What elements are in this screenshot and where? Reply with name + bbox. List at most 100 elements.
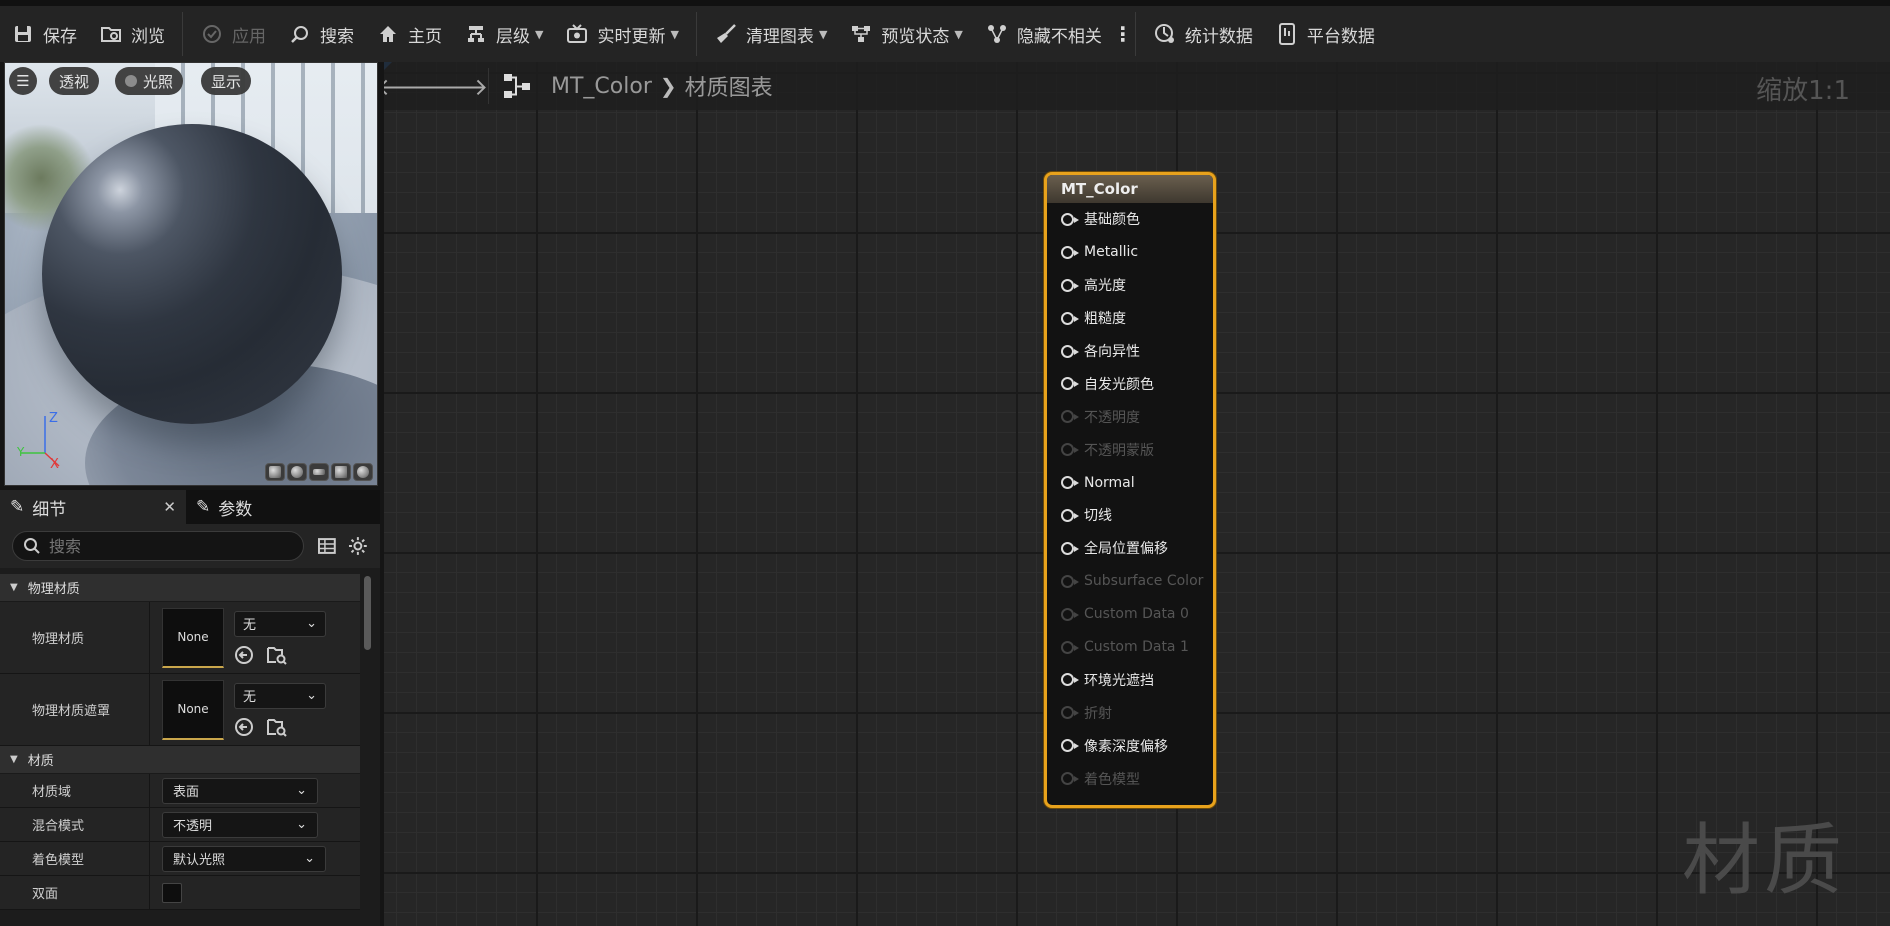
category-physical-material[interactable]: ▼ 物理材质 [0, 574, 360, 602]
breadcrumb-asset[interactable]: MT_Color [551, 74, 652, 99]
search-button[interactable]: 搜索 [277, 12, 365, 56]
table-view-icon[interactable] [318, 537, 337, 555]
preview-state-button[interactable]: 预览状态 ▼ [838, 12, 973, 56]
perspective-button[interactable]: 透视 [49, 67, 100, 95]
property-value: 表面 ⌄ [150, 774, 360, 807]
node-pin[interactable]: Metallic [1047, 236, 1213, 269]
close-icon[interactable]: ✕ [163, 498, 176, 516]
material-graph-canvas[interactable]: 🡐 🡒 MT_Color ❯ 材质图表 缩放1:1 MT_Color 基础颜色 … [384, 62, 1890, 926]
graph-breadcrumb-bar: 🡐 🡒 MT_Color ❯ 材质图表 缩放1:1 [384, 62, 1890, 110]
node-pin[interactable]: 各向异性 [1047, 335, 1213, 368]
material-output-node[interactable]: MT_Color 基础颜色 Metallic 高光度 粗糙度 各向异性 自发光颜… [1044, 172, 1216, 808]
node-pin[interactable]: 高光度 [1047, 269, 1213, 302]
apply-button[interactable]: 应用 [189, 12, 277, 56]
collapse-triangle-icon: ▼ [10, 582, 18, 593]
details-search-input[interactable] [49, 536, 279, 556]
node-pin[interactable]: Custom Data 1 [1047, 631, 1213, 664]
lighting-button[interactable]: 光照 [115, 67, 184, 95]
live-update-button[interactable]: 实时更新 ▼ [554, 12, 689, 56]
node-pin[interactable]: 着色模型 [1047, 762, 1213, 795]
forward-button[interactable]: 🡒 [424, 62, 488, 110]
asset-value: None [177, 702, 209, 716]
blend-mode-dropdown[interactable]: 不透明 ⌄ [162, 811, 318, 838]
pin-label: 环境光遮挡 [1084, 672, 1154, 689]
asset-thumbnail[interactable]: None [162, 607, 224, 668]
stats-icon [1153, 22, 1177, 46]
tab-details-label: 细节 [32, 499, 67, 520]
nodes-icon [849, 22, 873, 46]
cylinder-preview-button[interactable] [265, 463, 285, 481]
property-row-blend: 混合模式 不透明 ⌄ [0, 808, 360, 842]
property-value [150, 876, 360, 909]
show-button[interactable]: 显示 [201, 67, 252, 95]
node-pin-list: 基础颜色 Metallic 高光度 粗糙度 各向异性 自发光颜色 不透明度 不透… [1047, 203, 1213, 795]
viewport-menu-button[interactable]: ☰ [9, 67, 37, 95]
save-button[interactable]: 保存 [0, 12, 88, 56]
gear-icon[interactable] [348, 536, 368, 556]
hide-unrelated-button[interactable]: 隐藏不相关 [974, 12, 1113, 56]
asset-picker-dropdown[interactable]: 无 ⌄ [234, 682, 326, 709]
node-pin[interactable]: 自发光颜色 [1047, 367, 1213, 400]
breadcrumb-graph[interactable]: 材质图表 [685, 70, 773, 102]
two-sided-checkbox[interactable] [162, 882, 182, 903]
clean-graph-button[interactable]: 清理图表 ▼ [703, 12, 838, 56]
browse-button[interactable]: 浏览 [88, 12, 176, 56]
stats-button[interactable]: 统计数据 [1142, 12, 1264, 56]
cylinder-icon [269, 466, 281, 478]
details-property-list[interactable]: ▼ 物理材质 物理材质 None 无 ⌄ 物理材质遮罩 None 无 ⌄ ▼ 材… [0, 574, 360, 926]
material-domain-dropdown[interactable]: 表面 ⌄ [162, 777, 318, 804]
teapot-preview-button[interactable] [353, 463, 373, 481]
browse-label: 浏览 [131, 26, 165, 47]
pin-connector-icon [1061, 311, 1079, 325]
shading-model-dropdown[interactable]: 默认光照 ⌄ [162, 845, 326, 872]
node-pin[interactable]: Subsurface Color [1047, 565, 1213, 598]
platform-stats-button[interactable]: 平台数据 [1264, 12, 1386, 56]
pin-label: 各向异性 [1084, 344, 1140, 360]
cube-preview-button[interactable] [331, 463, 351, 481]
asset-thumbnail[interactable]: None [162, 679, 224, 740]
preview-viewport[interactable]: ☰ 透视 光照 显示 Z X Y [4, 62, 378, 486]
chevron-down-icon: ⌄ [306, 688, 317, 703]
more-options-icon[interactable]: ⋮ [1113, 22, 1133, 46]
property-row-twosided: 双面 [0, 876, 360, 910]
use-selected-icon[interactable] [234, 645, 254, 665]
node-pin[interactable]: 不透明度 [1047, 400, 1213, 433]
node-pin[interactable]: 全局位置偏移 [1047, 532, 1213, 565]
node-pin[interactable]: 像素深度偏移 [1047, 729, 1213, 762]
tab-details[interactable]: ✎ 细节 ✕ [0, 490, 186, 524]
tab-params[interactable]: ✎ 参数 [186, 490, 262, 524]
search-label: 搜索 [320, 26, 354, 47]
search-icon [24, 538, 40, 554]
node-pin[interactable]: 折射 [1047, 696, 1213, 729]
pin-connector-icon [1061, 344, 1079, 358]
tab-params-label: 参数 [218, 499, 253, 520]
main-toolbar: 保存 浏览 应用 搜索 主页 层级 ▼ 实时更新 ▼ 清理图表 ▼ 预览状态 ▼… [0, 0, 1890, 62]
details-search-box[interactable] [12, 531, 305, 561]
chevron-down-icon: ⌄ [296, 817, 307, 832]
sphere-preview-button[interactable] [287, 463, 307, 481]
category-label: 物理材质 [27, 582, 80, 597]
axis-z-label: Z [49, 411, 58, 426]
node-pin[interactable]: 粗糙度 [1047, 302, 1213, 335]
use-selected-icon[interactable] [234, 717, 254, 737]
node-pin[interactable]: 不透明蒙版 [1047, 433, 1213, 466]
home-button[interactable]: 主页 [365, 12, 453, 56]
node-pin[interactable]: 基础颜色 [1047, 203, 1213, 236]
asset-picker-dropdown[interactable]: 无 ⌄ [234, 610, 326, 637]
details-tabs: ✎ 细节 ✕ ✎ 参数 [0, 490, 380, 524]
category-material[interactable]: ▼ 材质 [0, 746, 360, 774]
details-scrollbar[interactable] [364, 576, 371, 650]
hide-unrelated-label: 隐藏不相关 [1016, 26, 1102, 47]
node-pin[interactable]: Normal [1047, 466, 1213, 499]
hierarchy-button[interactable]: 层级 ▼ [453, 12, 554, 56]
apply-label: 应用 [232, 26, 266, 47]
node-pin[interactable]: 切线 [1047, 499, 1213, 532]
browse-asset-icon[interactable] [266, 645, 288, 665]
node-pin[interactable]: Custom Data 0 [1047, 598, 1213, 631]
plane-preview-button[interactable] [309, 463, 329, 481]
home-label: 主页 [408, 26, 442, 47]
pin-connector-icon [1061, 607, 1079, 621]
node-pin[interactable]: 环境光遮挡 [1047, 663, 1213, 696]
browse-asset-icon[interactable] [266, 717, 288, 737]
node-title[interactable]: MT_Color [1047, 175, 1213, 203]
